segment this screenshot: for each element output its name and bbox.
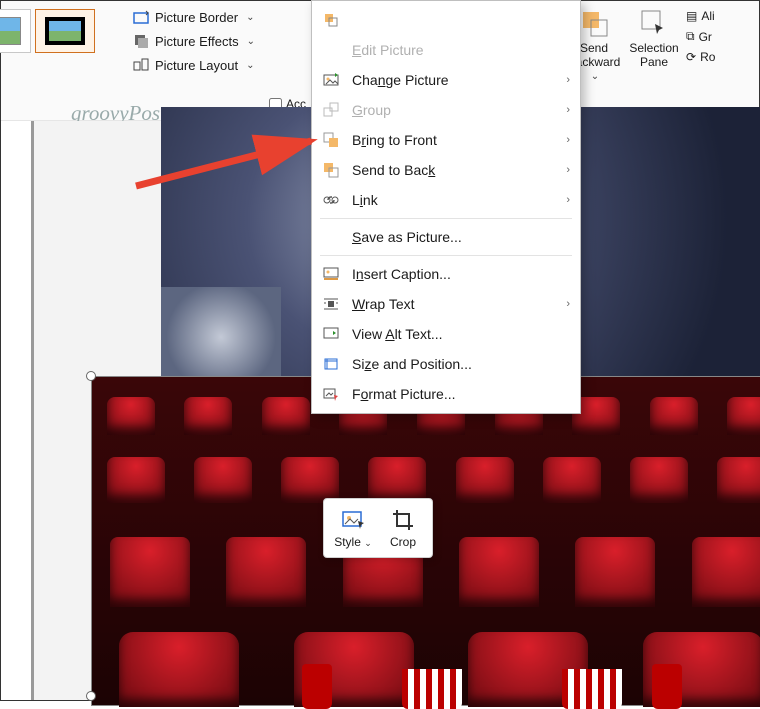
menu-item-save-as-picture[interactable]: Save as Picture... xyxy=(312,222,580,252)
picture-layout-button[interactable]: Picture Layout ⌄ xyxy=(129,55,259,75)
chevron-right-icon: › xyxy=(566,104,570,116)
style-thumb-1[interactable] xyxy=(0,9,31,53)
align-button[interactable]: ▤Ali xyxy=(686,9,715,23)
picture-effects-button[interactable]: Picture Effects ⌄ xyxy=(129,31,259,51)
chevron-right-icon: › xyxy=(566,74,570,86)
vertical-ruler xyxy=(31,121,34,700)
picture-border-button[interactable]: Picture Border ⌄ xyxy=(129,7,259,27)
group-button[interactable]: ⧉Gr xyxy=(686,29,715,44)
chevron-down-icon: ⌄ xyxy=(247,36,255,47)
menu-separator xyxy=(320,255,572,256)
menu-item-wrap-text[interactable]: Wrap Text › xyxy=(312,289,580,319)
selection-pane-icon xyxy=(638,7,670,39)
style-icon xyxy=(340,507,366,533)
rotate-icon: ⟳ xyxy=(686,50,696,64)
menu-item-group: Group › xyxy=(312,95,580,125)
menu-item-edit-picture: Edit Picture xyxy=(312,35,580,65)
picture-effects-icon xyxy=(133,33,149,49)
chevron-right-icon: › xyxy=(566,164,570,176)
alt-text-icon xyxy=(322,325,340,343)
menu-item-bring-to-front[interactable]: Bring to Front › xyxy=(312,125,580,155)
mini-toolbar: Style ⌄ Crop xyxy=(323,498,433,558)
picture-border-label: Picture Border xyxy=(155,10,238,25)
menu-item-change-picture[interactable]: Change Picture › xyxy=(312,65,580,95)
rotate-button[interactable]: ⟳Ro xyxy=(686,50,715,64)
crop-icon xyxy=(390,507,416,533)
chevron-down-icon: ⌄ xyxy=(246,12,254,23)
picture-effects-label: Picture Effects xyxy=(155,34,239,49)
chevron-down-icon: ⌄ xyxy=(246,60,254,71)
arrange-mini-buttons: ▤Ali ⧉Gr ⟳Ro xyxy=(684,1,717,121)
selection-pane-button[interactable]: Selection Pane xyxy=(624,1,684,121)
chevron-right-icon: › xyxy=(566,194,570,206)
menu-separator xyxy=(320,218,572,219)
menu-item-view-alt-text[interactable]: View Alt Text... xyxy=(312,319,580,349)
selection-handle[interactable] xyxy=(86,691,96,701)
group-icon: ⧉ xyxy=(686,29,695,44)
caption-icon xyxy=(322,265,340,283)
picture-layout-label: Picture Layout xyxy=(155,58,238,73)
menu-item-insert-caption[interactable]: Insert Caption... xyxy=(312,259,580,289)
arrange-group: Send Backward⌄ Selection Pane ▤Ali ⧉Gr ⟳… xyxy=(564,1,759,121)
format-picture-icon xyxy=(322,385,340,403)
chevron-down-icon: ⌄ xyxy=(591,71,599,82)
menu-item-format-picture[interactable]: Format Picture... xyxy=(312,379,580,409)
mini-crop-label: Crop xyxy=(390,535,416,549)
style-thumb-2[interactable] xyxy=(35,9,95,53)
context-menu: Edit Picture Change Picture › Group › Br… xyxy=(311,0,581,414)
crop-icon xyxy=(322,11,340,29)
change-picture-icon xyxy=(322,71,340,89)
menu-item-cut-partial xyxy=(312,5,580,35)
send-to-back-icon xyxy=(322,161,340,179)
mini-style-label: Style ⌄ xyxy=(334,535,372,549)
wrap-text-icon xyxy=(322,295,340,313)
menu-item-size-position[interactable]: Size and Position... xyxy=(312,349,580,379)
group-icon xyxy=(322,101,340,119)
menu-item-send-to-back[interactable]: Send to Back › xyxy=(312,155,580,185)
mini-style-button[interactable]: Style ⌄ xyxy=(330,505,376,551)
menu-item-link[interactable]: Link › xyxy=(312,185,580,215)
chevron-right-icon: › xyxy=(566,298,570,310)
selection-handle[interactable] xyxy=(86,371,96,381)
size-position-icon xyxy=(322,355,340,373)
picture-styles-gallery[interactable] xyxy=(0,9,95,53)
picture-layout-icon xyxy=(133,57,149,73)
send-backward-icon xyxy=(578,7,610,39)
selection-pane-label: Selection Pane xyxy=(626,41,682,69)
picture-border-icon xyxy=(133,9,149,25)
align-icon: ▤ xyxy=(686,9,697,23)
link-icon xyxy=(322,191,340,209)
bring-to-front-icon xyxy=(322,131,340,149)
chevron-right-icon: › xyxy=(566,134,570,146)
mini-crop-button[interactable]: Crop xyxy=(380,505,426,551)
